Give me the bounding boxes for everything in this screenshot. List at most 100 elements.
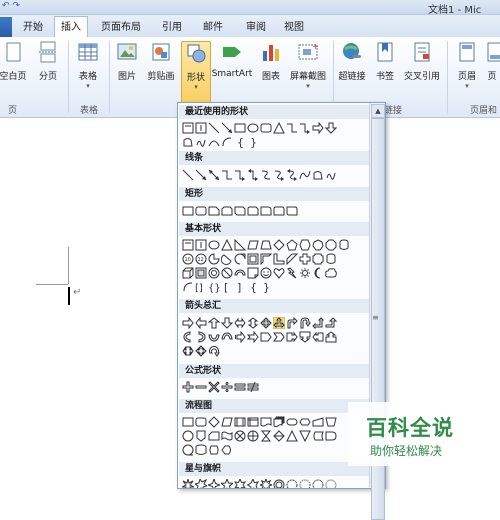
flowchart-card-shape-icon[interactable] xyxy=(208,430,220,442)
down-arrow-shape-icon[interactable] xyxy=(325,122,337,134)
snip-single-corner-rect-shape-icon[interactable] xyxy=(208,205,220,217)
picture-button[interactable]: 图片 xyxy=(112,41,142,82)
curve-shape-icon[interactable] xyxy=(208,136,220,148)
tab-page-layout[interactable]: 页面布局 xyxy=(90,18,152,37)
notched-right-arrow-shape-icon[interactable] xyxy=(247,331,259,343)
lightning-bolt-shape-icon[interactable] xyxy=(286,267,298,279)
left-right-arrow-callout-shape-icon[interactable] xyxy=(182,345,194,357)
smartart-button[interactable]: SmartArt xyxy=(210,41,254,79)
flowchart-decision-shape-icon[interactable] xyxy=(208,416,220,428)
left-right-arrow-shape-icon[interactable] xyxy=(234,317,246,329)
round-same-side-rect-shape-icon[interactable] xyxy=(273,205,285,217)
scribble-shape-icon[interactable] xyxy=(195,136,207,148)
minus-shape-icon[interactable] xyxy=(195,381,207,393)
rounded-rect-shape-icon[interactable] xyxy=(260,122,272,134)
curved-right-arrow-shape-icon[interactable] xyxy=(182,331,194,343)
rectangle-shape-icon[interactable] xyxy=(234,122,246,134)
triangle-shape-icon[interactable] xyxy=(221,239,233,251)
star-24-shape-icon[interactable] xyxy=(312,479,324,489)
arc-shape-icon[interactable] xyxy=(221,136,233,148)
can-shape-icon[interactable] xyxy=(338,239,350,251)
flowchart-internal-storage-shape-icon[interactable] xyxy=(247,416,259,428)
curved-arrow-shape-icon[interactable] xyxy=(273,169,285,181)
octagon-shape-icon[interactable] xyxy=(325,239,337,251)
tab-review[interactable]: 审阅 xyxy=(236,18,276,37)
flowchart-summing-junction-shape-icon[interactable] xyxy=(234,430,246,442)
not-equal-shape-icon[interactable] xyxy=(247,381,259,393)
flowchart-data-shape-icon[interactable] xyxy=(221,416,233,428)
equal-shape-icon[interactable] xyxy=(234,381,246,393)
line-shape-icon[interactable] xyxy=(182,169,194,181)
snip-diagonal-rect-shape-icon[interactable] xyxy=(234,205,246,217)
curved-double-arrow-shape-icon[interactable] xyxy=(286,169,298,181)
bookmark-button[interactable]: 书签 xyxy=(370,41,400,82)
l-shape-icon[interactable] xyxy=(273,253,285,265)
frame-shape-icon[interactable] xyxy=(247,253,259,265)
donut-shape-icon[interactable] xyxy=(208,267,220,279)
cloud-shape-icon[interactable] xyxy=(325,267,337,279)
diamond-shape-icon[interactable] xyxy=(273,239,285,251)
decagon-shape-icon[interactable]: 10 xyxy=(182,253,194,265)
flowchart-or-shape-icon[interactable] xyxy=(247,430,259,442)
trapezoid-shape-icon[interactable] xyxy=(260,239,272,251)
rectangle-shape-icon[interactable] xyxy=(182,205,194,217)
screenshot-button[interactable]: + 屏幕截图 ▾ xyxy=(286,41,330,90)
table-button[interactable]: 表格 ▾ xyxy=(72,41,104,90)
pentagon-arrow-shape-icon[interactable] xyxy=(260,331,272,343)
curved-up-arrow-shape-icon[interactable] xyxy=(208,331,220,343)
explosion-1-shape-icon[interactable] xyxy=(182,479,194,489)
flowchart-connector-shape-icon[interactable] xyxy=(182,430,194,442)
star-10-shape-icon[interactable] xyxy=(273,479,285,489)
flowchart-predefined-process-shape-icon[interactable] xyxy=(234,416,246,428)
rounded-rect-shape-icon[interactable] xyxy=(195,205,207,217)
quad-arrow-shape-icon[interactable] xyxy=(260,317,272,329)
redo-icon[interactable]: ↷ xyxy=(12,1,20,11)
flowchart-sequential-access-storage-shape-icon[interactable] xyxy=(182,444,194,456)
flowchart-process-shape-icon[interactable] xyxy=(182,416,194,428)
flowchart-preparation-shape-icon[interactable] xyxy=(299,416,311,428)
diagonal-stripe-shape-icon[interactable] xyxy=(286,253,298,265)
up-arrow-callout-shape-icon[interactable] xyxy=(325,331,337,343)
flowchart-stored-data-shape-icon[interactable] xyxy=(312,430,324,442)
star-12-shape-icon[interactable] xyxy=(286,479,298,489)
oval-shape-icon[interactable] xyxy=(208,239,220,251)
flowchart-extract-shape-icon[interactable] xyxy=(286,430,298,442)
tab-insert[interactable]: 插入 xyxy=(54,16,88,39)
circular-arrow-shape-icon[interactable] xyxy=(208,345,220,357)
right-arrow-shape-icon[interactable] xyxy=(312,122,324,134)
footer-button[interactable]: 页 xyxy=(484,41,500,82)
parallelogram-shape-icon[interactable] xyxy=(247,239,259,251)
arrow-line-shape-icon[interactable] xyxy=(221,122,233,134)
star-4-shape-icon[interactable] xyxy=(208,479,220,489)
snip-round-rect-shape-icon[interactable] xyxy=(247,205,259,217)
star-8-shape-icon[interactable] xyxy=(260,479,272,489)
chart-button[interactable]: 图表 xyxy=(256,41,286,82)
left-bracket-shape-icon[interactable]: [ xyxy=(221,281,233,293)
flowchart-terminator-shape-icon[interactable] xyxy=(286,416,298,428)
sun-shape-icon[interactable] xyxy=(299,267,311,279)
pie-shape-icon[interactable] xyxy=(208,253,220,265)
quick-access-toolbar[interactable]: ↶ ↷ xyxy=(2,1,20,11)
curved-down-arrow-shape-icon[interactable] xyxy=(221,331,233,343)
tab-mailings[interactable]: 邮件 xyxy=(192,18,234,37)
striped-right-arrow-shape-icon[interactable] xyxy=(234,331,246,343)
heart-shape-icon[interactable] xyxy=(273,267,285,279)
folded-corner-shape-icon[interactable] xyxy=(247,267,259,279)
curve-shape-icon[interactable] xyxy=(299,169,311,181)
star-6-shape-icon[interactable] xyxy=(234,479,246,489)
chevron-shape-icon[interactable] xyxy=(273,331,285,343)
down-arrow-shape-icon[interactable] xyxy=(221,317,233,329)
right-triangle-shape-icon[interactable] xyxy=(234,239,246,251)
flowchart-delay-shape-icon[interactable] xyxy=(325,430,337,442)
right-arrow-shape-icon[interactable] xyxy=(182,317,194,329)
tab-references[interactable]: 引用 xyxy=(152,18,192,37)
arrow-line-shape-icon[interactable] xyxy=(195,169,207,181)
header-button[interactable]: 页眉 ▾ xyxy=(452,41,482,90)
bent-arrow-shape-icon[interactable] xyxy=(286,317,298,329)
double-brace-shape-icon[interactable]: {} xyxy=(208,281,220,293)
elbow-connector-shape-icon[interactable] xyxy=(286,122,298,134)
file-tab[interactable] xyxy=(0,17,12,37)
freeform-shape-icon[interactable] xyxy=(182,136,194,148)
explosion-2-shape-icon[interactable] xyxy=(195,479,207,489)
cube-shape-icon[interactable] xyxy=(182,267,194,279)
